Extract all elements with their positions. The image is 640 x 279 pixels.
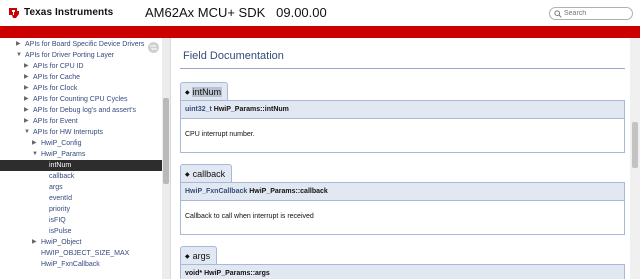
sidebar-item-label: priority <box>49 206 71 213</box>
sidebar-item-callback[interactable]: callback <box>0 171 162 182</box>
sync-toggle-button[interactable] <box>148 42 159 53</box>
sidebar-item-label: isFIQ <box>49 217 66 224</box>
sidebar-item-label: APIs for Clock <box>33 85 78 92</box>
heading-divider <box>180 68 625 69</box>
ti-logo-icon <box>9 8 19 18</box>
sidebar-item-label: APIs for CPU ID <box>33 63 84 70</box>
member-name: args <box>192 251 211 261</box>
sidebar-scrollbar-thumb[interactable] <box>163 98 169 184</box>
member-type[interactable]: uint32_t <box>185 106 212 113</box>
sidebar-scrollbar[interactable] <box>162 38 170 279</box>
diamond-icon: ◆ <box>185 90 190 96</box>
chevron-right-icon[interactable]: ▶ <box>24 83 29 94</box>
sidebar-item-clock[interactable]: ▶ APIs for Clock <box>0 83 162 94</box>
member-prototype-intnum: uint32_t HwiP_Params::intNum <box>180 100 625 119</box>
chevron-right-icon[interactable]: ▶ <box>16 39 21 50</box>
sidebar-item-debug-log[interactable]: ▶ APIs for Debug log's and assert's <box>0 105 162 116</box>
sidebar-item-label: HwiP_Params <box>41 151 86 158</box>
search-box[interactable] <box>549 7 633 20</box>
sidebar-item-cache[interactable]: ▶ APIs for Cache <box>0 72 162 83</box>
member-name: callback <box>192 169 226 179</box>
sidebar-item-label: APIs for Event <box>33 118 78 125</box>
sidebar-item-label: intNum <box>49 162 72 169</box>
sidebar-item-label: args <box>49 184 63 191</box>
sidebar-item-args[interactable]: args <box>0 182 162 193</box>
member-anchor-callback[interactable]: ◆ callback <box>180 164 233 182</box>
sync-arrows-icon <box>150 45 157 50</box>
member-qualified-name: HwiP_Params::intNum <box>213 106 289 113</box>
sidebar-item-label: APIs for Debug log's and assert's <box>33 107 137 114</box>
sidebar-item-board-drivers[interactable]: ▶ APIs for Board Specific Device Drivers <box>0 39 162 50</box>
member-qualified-name: HwiP_Params::args <box>204 270 270 277</box>
member-qualified-name: HwiP_Params::callback <box>249 188 328 195</box>
sidebar-item-label: HWIP_OBJECT_SIZE_MAX <box>41 250 130 257</box>
member-anchor-intnum[interactable]: ◆ intNum <box>180 82 229 100</box>
member-description: CPU interrupt number. <box>185 131 255 138</box>
search-icon <box>554 10 562 18</box>
main-content: Field Documentation ◆ intNum uint32_t Hwi… <box>171 38 630 279</box>
sidebar-nav: ▶ APIs for Board Specific Device Drivers… <box>0 38 162 279</box>
sidebar-item-driver-porting-layer[interactable]: ▼ APIs for Driver Porting Layer <box>0 50 162 61</box>
sidebar-item-intnum[interactable]: intNum <box>0 160 162 171</box>
chevron-right-icon[interactable]: ▶ <box>32 138 37 149</box>
brand-bar <box>0 26 640 38</box>
sidebar-item-hwip-fxncallback[interactable]: HwiP_FxnCallback <box>0 259 162 270</box>
sidebar-item-label: HwiP_Object <box>41 239 82 246</box>
chevron-down-icon[interactable]: ▼ <box>16 50 22 61</box>
sidebar-item-hw-interrupts[interactable]: ▼ APIs for HW Interrupts <box>0 127 162 138</box>
member-prototype-callback: HwiP_FxnCallback HwiP_Params::callback <box>180 182 625 201</box>
page-title: AM62Ax MCU+ SDK 09.00.00 <box>145 5 327 20</box>
chevron-right-icon[interactable]: ▶ <box>24 94 29 105</box>
sidebar-item-label: APIs for Counting CPU Cycles <box>33 96 128 103</box>
content-scrollbar[interactable] <box>630 38 640 279</box>
content-scrollbar-thumb[interactable] <box>632 122 638 168</box>
chevron-right-icon[interactable]: ▶ <box>24 61 29 72</box>
sidebar-item-isfiq[interactable]: isFIQ <box>0 215 162 226</box>
member-description: Callback to call when interrupt is recei… <box>185 213 314 220</box>
sidebar-item-event[interactable]: ▶ APIs for Event <box>0 116 162 127</box>
chevron-right-icon[interactable]: ▶ <box>24 105 29 116</box>
sidebar-item-eventid[interactable]: eventId <box>0 193 162 204</box>
sidebar-item-priority[interactable]: priority <box>0 204 162 215</box>
chevron-right-icon[interactable]: ▶ <box>32 237 37 248</box>
member-doc-callback: Callback to call when interrupt is recei… <box>180 201 625 235</box>
sidebar-item-label: APIs for Driver Porting Layer <box>25 52 115 59</box>
sidebar-item-label: eventId <box>49 195 72 202</box>
sidebar-item-label: isPulse <box>49 228 72 235</box>
sidebar-item-hwip-object[interactable]: ▶ HwiP_Object <box>0 237 162 248</box>
top-header: Texas Instruments AM62Ax MCU+ SDK 09.00.… <box>0 0 640 26</box>
search-input[interactable] <box>564 8 630 19</box>
sidebar-item-label: callback <box>49 173 75 180</box>
sidebar-item-cpu-id[interactable]: ▶ APIs for CPU ID <box>0 61 162 72</box>
sidebar-item-hwip-object-size-max[interactable]: HWIP_OBJECT_SIZE_MAX <box>0 248 162 259</box>
sidebar-item-ispulse[interactable]: isPulse <box>0 226 162 237</box>
member-type[interactable]: HwiP_FxnCallback <box>185 188 247 195</box>
sidebar-item-label: APIs for Cache <box>33 74 81 81</box>
sidebar-item-hwip-params[interactable]: ▼ HwiP_Params <box>0 149 162 160</box>
sidebar-item-label: HwiP_FxnCallback <box>41 261 100 268</box>
chevron-right-icon[interactable]: ▶ <box>24 116 29 127</box>
chevron-down-icon[interactable]: ▼ <box>32 149 38 160</box>
sidebar-item-hwip-config[interactable]: ▶ HwiP_Config <box>0 138 162 149</box>
member-type: void* <box>185 270 203 277</box>
member-prototype-args: void* HwiP_Params::args <box>180 264 625 279</box>
section-heading: Field Documentation <box>183 50 284 62</box>
member-anchor-args[interactable]: ◆ args <box>180 246 218 264</box>
sidebar-item-cpu-cycles[interactable]: ▶ APIs for Counting CPU Cycles <box>0 94 162 105</box>
diamond-icon: ◆ <box>185 172 190 178</box>
chevron-down-icon[interactable]: ▼ <box>24 127 30 138</box>
diamond-icon: ◆ <box>185 254 190 260</box>
sidebar-item-label: HwiP_Config <box>41 140 82 147</box>
sidebar-item-label: APIs for Board Specific Device Drivers <box>25 41 145 48</box>
member-name: intNum <box>191 87 223 97</box>
chevron-right-icon[interactable]: ▶ <box>24 72 29 83</box>
brand-name[interactable]: Texas Instruments <box>24 7 113 18</box>
member-doc-intnum: CPU interrupt number. <box>180 119 625 153</box>
sidebar-item-label: APIs for HW Interrupts <box>33 129 104 136</box>
